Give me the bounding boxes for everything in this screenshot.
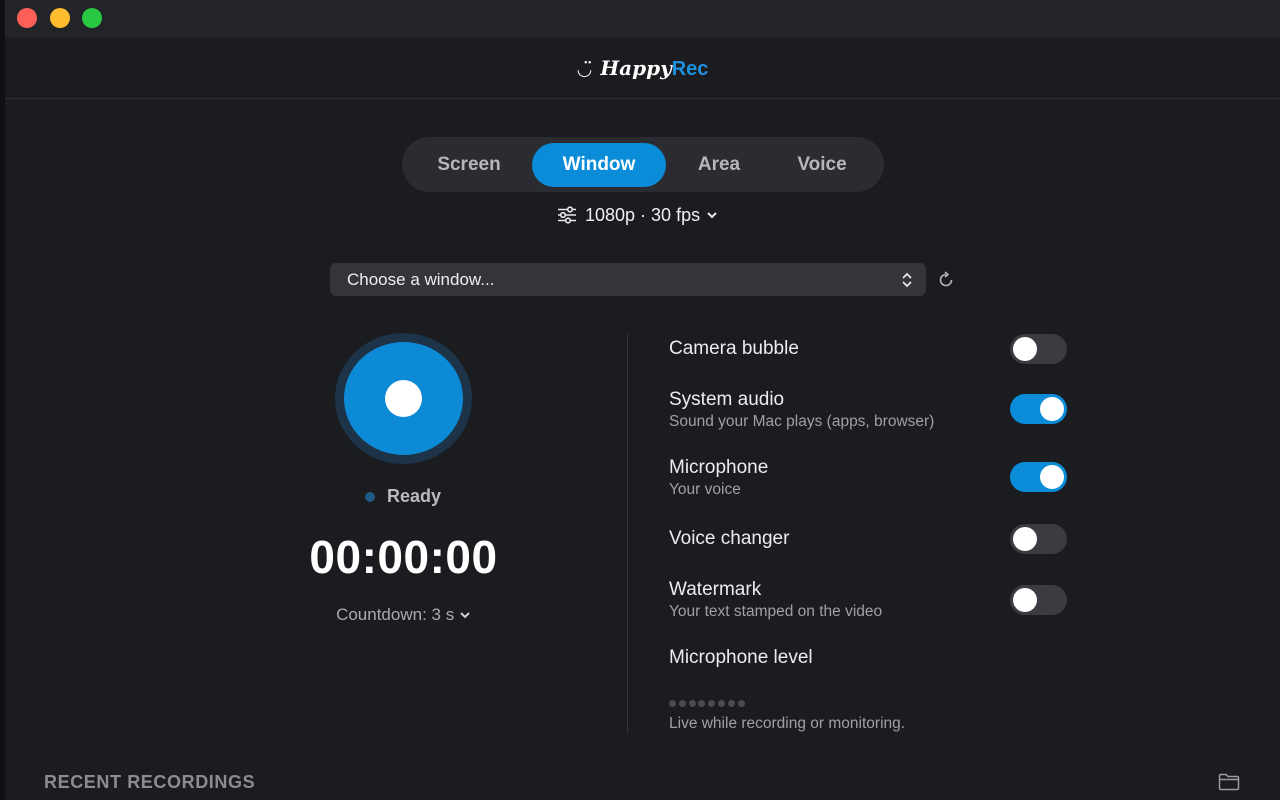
toggle-knob (1013, 337, 1037, 361)
watermark-toggle[interactable] (1010, 585, 1067, 615)
option-microphone-title: Microphone (669, 457, 769, 478)
chevron-down-icon (707, 212, 717, 219)
option-voice-changer-title: Voice changer (669, 528, 790, 549)
recent-recordings-heading: RECENT RECORDINGS (44, 772, 256, 792)
mic-level-title: Microphone level (669, 647, 813, 668)
option-camera-bubble-title: Camera bubble (669, 338, 799, 359)
tab-voice[interactable]: Voice (772, 143, 872, 187)
toggle-knob (1040, 397, 1064, 421)
meter-dot (727, 700, 735, 707)
meter-dot (708, 700, 716, 707)
status-dot (365, 491, 375, 502)
app-window: ◡̈ HappyRec Screen Window Area Voice 1080… (5, 0, 1280, 800)
toggle-knob (1013, 588, 1037, 612)
option-watermark-subtitle: Your text stamped on the video (669, 603, 883, 620)
meter-dot (669, 700, 676, 707)
option-system-audio-title: System audio (669, 389, 785, 410)
quality-selector[interactable]: 1080p · 30 fps (557, 203, 719, 227)
folder-icon[interactable] (1218, 773, 1240, 791)
quality-label: 1080p · 30 fps (585, 204, 701, 225)
minimize-window-button[interactable] (50, 8, 70, 28)
maximize-window-button[interactable] (82, 8, 102, 28)
column-divider (627, 333, 628, 733)
logo-happy: Happy (600, 56, 672, 80)
capture-mode-tabs: Screen Window Area Voice (402, 137, 884, 192)
status-text: Ready (387, 486, 442, 506)
voice-changer-toggle[interactable] (1010, 524, 1067, 554)
toggle-knob (1013, 527, 1037, 551)
status-indicator: Ready (365, 486, 441, 507)
option-watermark-title: Watermark (669, 579, 762, 600)
camera-bubble-toggle[interactable] (1010, 334, 1067, 364)
sliders-icon (558, 206, 576, 224)
option-microphone-subtitle: Your voice (669, 481, 741, 498)
chevron-down-icon (460, 612, 470, 619)
meter-dot (678, 700, 686, 707)
window-picker-select[interactable]: Choose a window... (330, 263, 926, 296)
refresh-icon[interactable] (936, 270, 956, 290)
meter-dot (737, 700, 745, 707)
tab-window[interactable]: Window (532, 143, 666, 187)
mic-level-meter (669, 700, 747, 707)
app-logo: ◡̈ HappyRec (5, 56, 1280, 81)
recording-timer: 00:00:00 (309, 531, 498, 583)
tab-screen[interactable]: Screen (416, 143, 522, 187)
up-down-chevron-icon (902, 272, 912, 288)
countdown-label: Countdown: 3 s (336, 605, 455, 624)
countdown-selector[interactable]: Countdown: 3 s (255, 605, 552, 625)
meter-dot (717, 700, 725, 707)
record-dot-icon (385, 380, 422, 417)
tab-area[interactable]: Area (674, 143, 764, 187)
window-picker-value: Choose a window... (347, 270, 495, 289)
meter-dot (698, 700, 706, 707)
smile-icon: ◡̈ (576, 59, 593, 80)
mic-level-hint: Live while recording or monitoring. (669, 715, 906, 732)
record-button[interactable] (344, 342, 463, 455)
system-audio-toggle[interactable] (1010, 394, 1067, 424)
option-system-audio-subtitle: Sound your Mac plays (apps, browser) (669, 413, 935, 430)
logo-rec: Rec (671, 58, 709, 80)
close-window-button[interactable] (17, 8, 37, 28)
app-header: ◡̈ HappyRec (5, 38, 1280, 99)
meter-dot (688, 700, 696, 707)
title-bar (5, 0, 1280, 38)
microphone-toggle[interactable] (1010, 462, 1067, 492)
toggle-knob (1040, 465, 1064, 489)
